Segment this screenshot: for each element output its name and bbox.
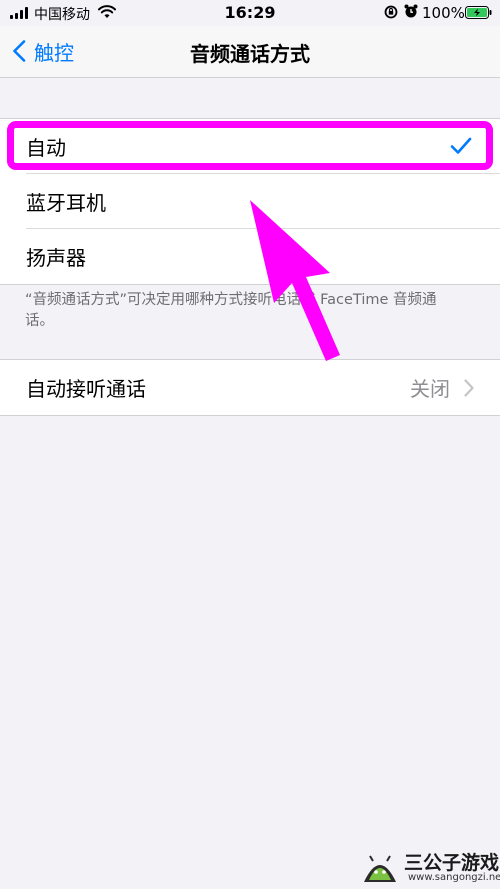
watermark: 三公子游戏网 www.sangongzi.net: [360, 842, 500, 889]
battery-charging-icon: [465, 6, 492, 19]
watermark-url: www.sangongzi.net: [408, 872, 500, 883]
chevron-right-icon: [464, 379, 474, 397]
navigation-bar: 触控 音频通话方式: [0, 26, 500, 78]
page-title: 音频通话方式: [190, 42, 310, 66]
auto-answer-group: 自动接听通话 关闭: [0, 359, 500, 416]
battery-percent: 100%: [422, 4, 465, 22]
auto-answer-calls-row[interactable]: 自动接听通话 关闭: [0, 360, 500, 415]
watermark-title: 三公子游戏网: [404, 852, 500, 874]
highlight-box: [7, 121, 493, 170]
option-label: 扬声器: [26, 246, 86, 270]
annotation-arrow-icon: [250, 200, 340, 361]
alarm-icon: [404, 4, 418, 18]
auto-answer-label: 自动接听通话: [26, 377, 146, 401]
status-bar: 中国移动 16:29 100%: [0, 0, 500, 26]
android-logo-icon: [364, 855, 396, 882]
option-label: 蓝牙耳机: [26, 191, 106, 215]
auto-answer-value: 关闭: [410, 377, 450, 401]
rotation-lock-icon: [384, 5, 398, 19]
